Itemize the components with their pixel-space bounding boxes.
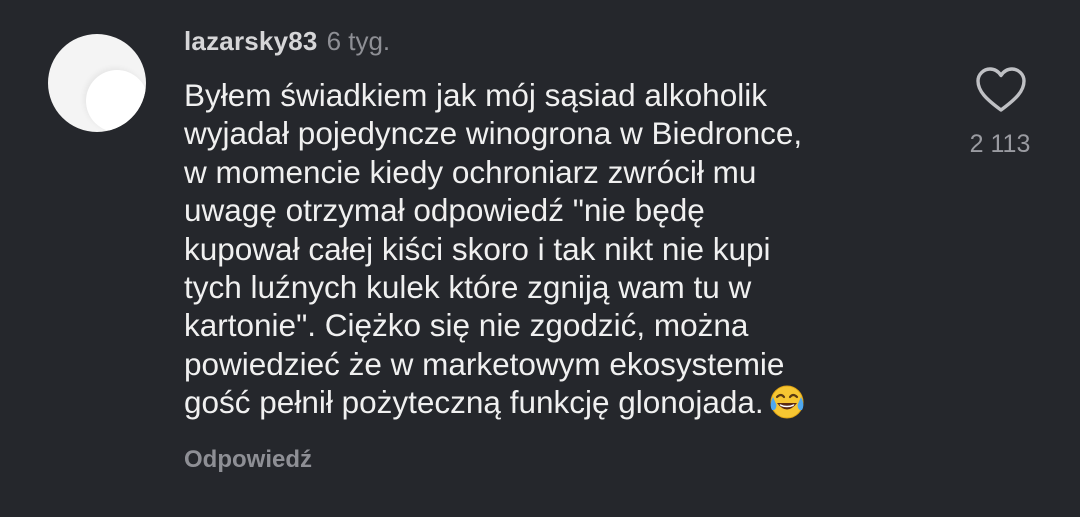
comment-text: Byłem świadkiem jak mój sąsiad alkoholik…	[184, 76, 944, 422]
comment-line: uwagę otrzymał odpowiedź "nie będę	[184, 192, 705, 229]
comment-line: Byłem świadkiem jak mój sąsiad alkoholik	[184, 77, 767, 113]
avatar[interactable]	[48, 34, 146, 132]
username[interactable]: lazarsky83	[184, 26, 318, 57]
comment-line: kupował całej kiści skoro i tak nikt nie…	[184, 230, 771, 267]
like-button[interactable]	[975, 66, 1027, 116]
avatar-placeholder-shape	[86, 70, 146, 132]
comment-line: powiedzieć że w marketowym ekosystemie	[184, 345, 785, 382]
comment-header: lazarsky83 6 tyg.	[184, 26, 390, 62]
timestamp: 6 tyg.	[326, 26, 391, 56]
comment-line: tych luźnych kulek które zgniją wam tu w	[184, 269, 752, 306]
comment-line: w momencie kiedy ochroniarz zwrócił mu	[184, 153, 757, 190]
comment-line: wyjadał pojedyncze winogrona w Biedronce…	[184, 115, 803, 152]
like-count: 2 113	[969, 130, 1031, 158]
reply-button[interactable]: Odpowiedź	[184, 446, 312, 474]
comment-last-line: gość pełnił pożyteczną funkcję glonojada…	[184, 383, 944, 421]
comment-line: gość pełnił pożyteczną funkcję glonojada…	[184, 384, 764, 421]
face-with-tears-of-joy-icon	[768, 383, 806, 421]
comment-line: kartonie". Ciężko się nie zgodzić, można	[184, 307, 749, 344]
heart-outline-icon	[976, 67, 1026, 112]
